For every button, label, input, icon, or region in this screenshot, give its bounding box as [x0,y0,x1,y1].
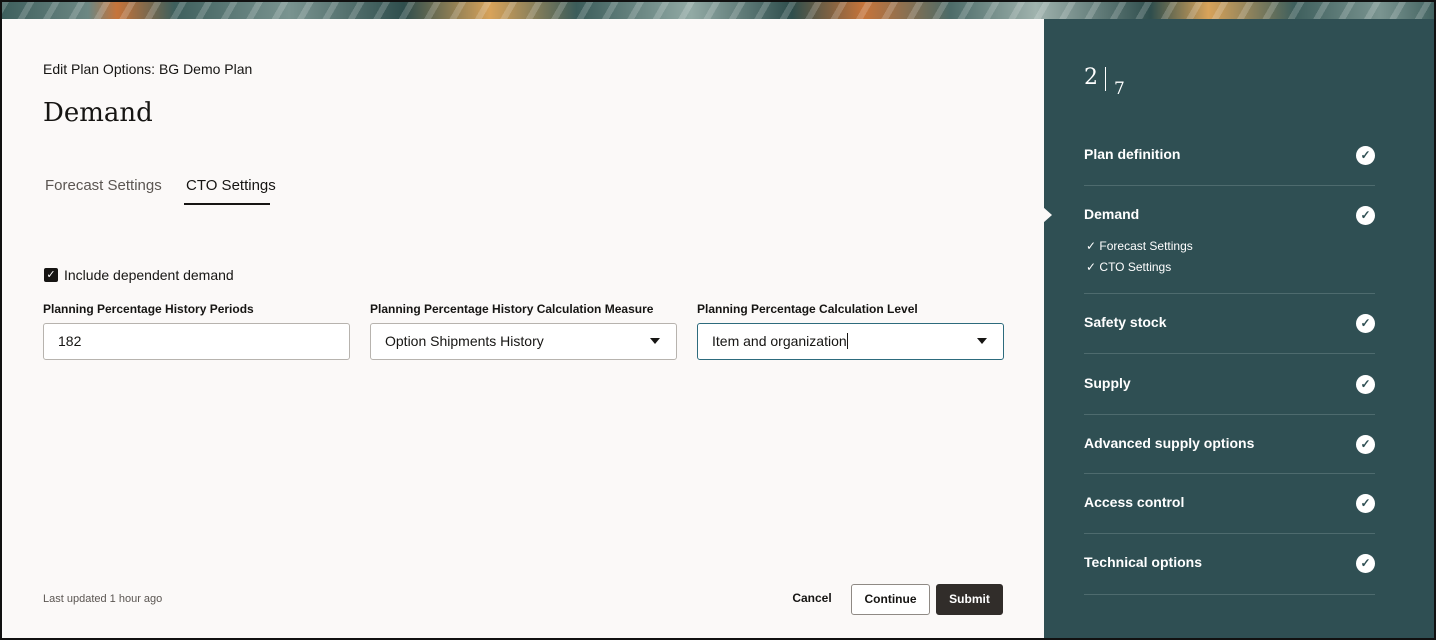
history-periods-label: Planning Percentage History Periods [43,302,254,316]
submit-button[interactable]: Submit [936,584,1003,615]
checkmark-icon: ✓ [46,269,56,281]
check-circle-icon: ✓ [1356,314,1375,333]
substep-label: CTO Settings [1099,260,1172,274]
step-current-number: 2 [1084,65,1098,90]
divider [1084,353,1375,354]
divider [1084,293,1375,294]
page-subtitle: Edit Plan Options: BG Demo Plan [43,61,253,77]
tab-forecast-settings[interactable]: Forecast Settings [45,177,162,194]
step-plan-definition[interactable]: Plan definition [1084,146,1180,162]
check-circle-icon: ✓ [1356,206,1375,225]
step-separator [1105,67,1106,91]
history-periods-input[interactable]: 182 [43,323,350,360]
check-circle-icon: ✓ [1356,435,1375,454]
substep-cto-settings[interactable]: ✓ CTO Settings [1086,260,1171,274]
tab-cto-settings[interactable]: CTO Settings [186,177,276,194]
calculation-level-select[interactable]: Item and organization [697,323,1004,360]
check-icon: ✓ [1086,260,1097,274]
last-updated-text: Last updated 1 hour ago [43,593,163,605]
banner-pattern [2,2,1434,19]
text-cursor [846,333,848,349]
substep-label: Forecast Settings [1099,239,1193,253]
calculation-level-label: Planning Percentage Calculation Level [697,302,918,316]
page-title: Demand [43,98,153,128]
history-periods-value: 182 [58,333,82,349]
substep-forecast-settings[interactable]: ✓ Forecast Settings [1086,239,1193,253]
divider [1084,594,1375,595]
calculation-measure-value: Option Shipments History [385,333,544,349]
step-advanced-supply-options[interactable]: Advanced supply options [1084,435,1254,451]
check-circle-icon: ✓ [1356,494,1375,513]
step-supply[interactable]: Supply [1084,375,1131,391]
wizard-frame: Edit Plan Options: BG Demo Plan Demand F… [0,0,1436,640]
check-circle-icon: ✓ [1356,146,1375,165]
check-icon: ✓ [1086,239,1097,253]
calculation-level-value: Item and organization [712,333,847,349]
include-dependent-demand-label: Include dependent demand [64,267,234,283]
chevron-down-icon [977,338,987,344]
chevron-down-icon [650,338,660,344]
step-safety-stock[interactable]: Safety stock [1084,314,1166,330]
continue-button[interactable]: Continue [851,584,930,615]
current-step-pointer [1043,207,1052,223]
calculation-measure-select[interactable]: Option Shipments History [370,323,677,360]
wizard-steps-sidebar: 2 7 Plan definition ✓ Demand ✓ ✓ Forecas… [1043,19,1434,638]
include-dependent-demand-checkbox[interactable]: ✓ [44,268,58,282]
cancel-button[interactable]: Cancel [779,584,845,615]
step-technical-options[interactable]: Technical options [1084,554,1202,570]
step-demand[interactable]: Demand [1084,206,1139,222]
active-tab-indicator [184,203,270,205]
step-access-control[interactable]: Access control [1084,494,1184,510]
main-panel: Edit Plan Options: BG Demo Plan Demand F… [4,19,1044,638]
divider [1084,185,1375,186]
step-total-number: 7 [1114,79,1125,99]
check-circle-icon: ✓ [1356,375,1375,394]
check-circle-icon: ✓ [1356,554,1375,573]
calculation-measure-label: Planning Percentage History Calculation … [370,302,654,316]
divider [1084,414,1375,415]
divider [1084,473,1375,474]
divider [1084,533,1375,534]
